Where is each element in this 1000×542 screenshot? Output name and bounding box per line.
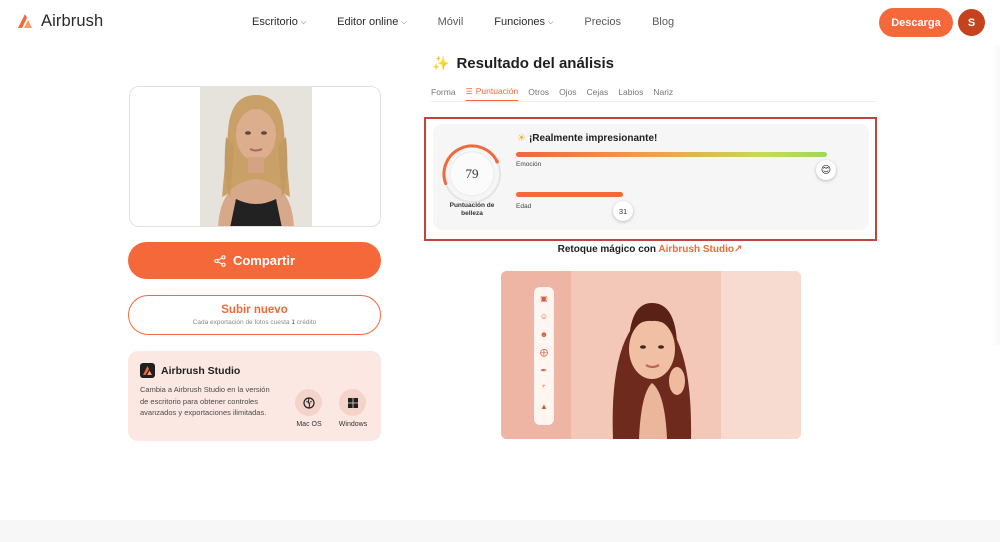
chevron-down-icon: ⌵ [401, 19, 407, 26]
upload-credit-note: Cada exportación de fotos cuesta 1 crédi… [193, 319, 317, 326]
emotion-knob: 😊 [816, 160, 836, 180]
tab-forma[interactable]: Forma [431, 86, 456, 101]
top-header: Airbrush Escritorio ⌵ Editor online ⌵ Mó… [0, 0, 1000, 45]
tab-label: Puntuación [475, 86, 519, 96]
nav-label: Blog [652, 16, 675, 28]
share-button[interactable]: Compartir [128, 242, 381, 279]
page-footer [0, 520, 1000, 542]
airbrush-logo-icon [18, 14, 32, 28]
tab-label: Labios [618, 86, 644, 97]
upload-title: Subir nuevo [221, 304, 288, 316]
studio-logo-icon [140, 363, 155, 378]
tab-cejas[interactable]: Cejas [587, 86, 609, 101]
emotion-label: Emoción [516, 161, 542, 168]
face-tool-icon[interactable]: ☺ [538, 310, 550, 323]
retouch-prefix: Retoque mágico con [557, 244, 656, 255]
analysis-title-text: Resultado del análisis [456, 55, 614, 72]
beauty-score-gauge: 79 [442, 144, 501, 203]
uploaded-photo [200, 87, 312, 226]
airbrush-logo[interactable]: Airbrush [15, 11, 103, 31]
tab-puntuacion[interactable]: ☰ Puntuación [465, 86, 519, 101]
upload-new-button[interactable]: Subir nuevo Cada exportación de fotos cu… [128, 295, 381, 335]
sun-icon: ☀ [517, 133, 526, 144]
nav-blog[interactable]: Blog [652, 16, 674, 28]
age-value-knob: 31 [613, 201, 633, 221]
tab-label: Forma [431, 86, 456, 97]
tab-otros[interactable]: Otros [528, 86, 549, 101]
analysis-tabs: Forma ☰ Puntuación Otros Ojos Cejas Labi… [431, 86, 876, 102]
nav-label: Precios [584, 16, 622, 28]
nav-funciones[interactable]: Funciones ⌵ [494, 16, 553, 28]
mac-os-label: Mac OS [296, 421, 322, 428]
main-nav: Escritorio ⌵ Editor online ⌵ Móvil Funci… [252, 16, 674, 28]
airbrush-studio-link[interactable]: Airbrush Studio↗ [658, 244, 742, 255]
tab-ojos[interactable]: Ojos [559, 86, 576, 101]
chevron-down-icon: ⌵ [300, 19, 307, 26]
scrollbar[interactable] [995, 45, 1000, 345]
windows-icon [347, 397, 358, 408]
credit-note-suffix: crédito [296, 319, 317, 326]
brush-tool-icon[interactable]: ✒ [538, 364, 550, 377]
portrait-image [200, 87, 312, 226]
eraser-tool-icon[interactable]: ⌜ [538, 382, 550, 395]
sparkle-icon: ✨ [432, 55, 450, 71]
download-button[interactable]: Descarga [879, 8, 953, 37]
credit-count: 1 [291, 319, 295, 326]
nav-label: Editor online [337, 16, 399, 28]
gauge-dot [495, 159, 499, 164]
studio-title: Airbrush Studio [161, 365, 241, 377]
tab-label: Otros [528, 86, 550, 97]
headline-text: ¡Realmente impresionante! [528, 133, 658, 144]
credit-note-prefix: Cada exportación de fotos cuesta [192, 319, 290, 326]
beauty-score-value: 79 [466, 166, 479, 181]
windows-download-button[interactable] [339, 389, 366, 416]
external-link-icon: ↗ [733, 244, 743, 255]
nav-escritorio[interactable]: Escritorio ⌵ [252, 16, 306, 28]
uploaded-photo-card [129, 86, 381, 227]
nav-label: Funciones [494, 16, 546, 28]
tab-label: Cejas [586, 86, 609, 97]
tab-nariz[interactable]: Nariz [653, 86, 673, 101]
retouch-toolbar: ▣ ☺ ☻ ⨁ ✒ ⌜ ▲ [534, 287, 554, 425]
tab-labios[interactable]: Labios [618, 86, 643, 101]
nav-label: Escritorio [252, 16, 298, 28]
nav-movil[interactable]: Móvil [438, 16, 464, 28]
adjust-tool-icon[interactable]: ⨁ [538, 346, 550, 359]
chevron-down-icon: ⌵ [548, 19, 554, 26]
share-label: Compartir [232, 253, 296, 268]
windows-label: Windows [338, 421, 368, 428]
score-tab-icon: ☰ [465, 86, 473, 96]
nav-label: Móvil [437, 16, 464, 28]
analysis-title: ✨ Resultado del análisis [432, 55, 614, 72]
logo-text: Airbrush [41, 11, 104, 30]
mac-os-icon [302, 396, 315, 409]
tab-label: Ojos [559, 86, 577, 97]
smile-emoji-icon: 😊 [820, 164, 832, 176]
age-label: Edad [516, 203, 532, 210]
emotion-bar [516, 152, 827, 157]
nav-editor-online[interactable]: Editor online ⌵ [337, 16, 406, 28]
image-tool-icon[interactable]: ▣ [538, 292, 550, 305]
mac-download-button[interactable] [295, 389, 322, 416]
user-avatar[interactable]: S [958, 9, 985, 36]
age-bar [516, 192, 623, 197]
share-icon [214, 254, 226, 267]
score-headline: ☀ ¡Realmente impresionante! [517, 133, 657, 144]
tab-label: Nariz [653, 86, 674, 97]
nav-precios[interactable]: Precios [584, 16, 621, 28]
makeup-tool-icon[interactable]: ▲ [538, 400, 550, 413]
retouch-line: Retoque mágico con Airbrush Studio↗ [430, 244, 870, 255]
studio-description: Cambia a Airbrush Studio en la versión d… [140, 385, 270, 417]
link-text: Airbrush Studio [658, 244, 734, 255]
beauty-score-label: Puntuación de belleza [449, 202, 495, 217]
smile-tool-icon[interactable]: ☻ [538, 328, 550, 341]
